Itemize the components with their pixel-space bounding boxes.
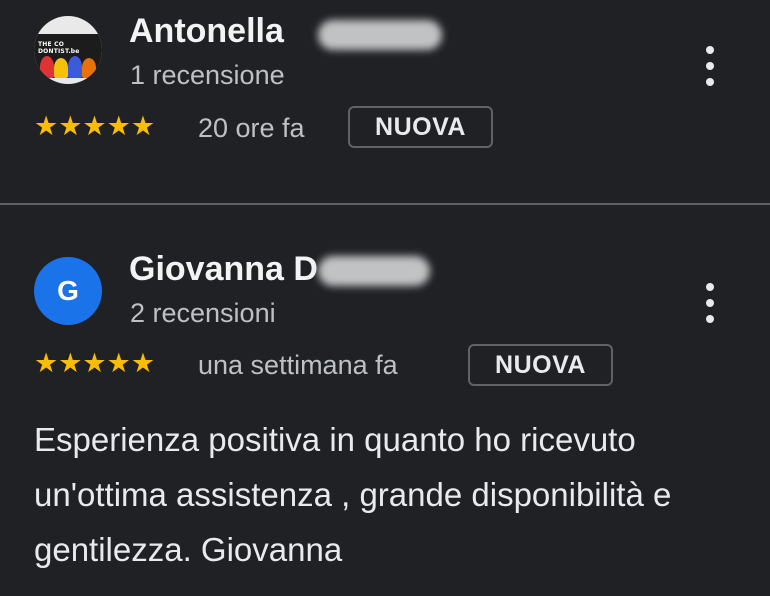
avatar-figure <box>54 58 68 78</box>
avatar-logo-text: THE CO DONTIST.be <box>38 41 80 55</box>
avatar-figure <box>82 58 96 78</box>
review-time: 20 ore fa <box>198 113 305 143</box>
review-text: Esperienza positiva in quanto ho ricevut… <box>34 421 672 568</box>
avatar-figure <box>68 56 82 78</box>
review-count: 2 recensioni <box>130 298 276 328</box>
reviewer-name[interactable]: Antonella <box>129 12 284 51</box>
divider <box>0 203 770 205</box>
redacted-surname <box>318 256 430 286</box>
review-card: THE CO DONTIST.be Antonella 1 recensione… <box>0 0 770 204</box>
review-count: 1 recensione <box>130 60 285 90</box>
reviewer-avatar[interactable]: THE CO DONTIST.be <box>34 16 102 84</box>
reviewer-avatar[interactable]: G <box>34 257 102 325</box>
new-badge: NUOVA <box>468 344 613 386</box>
star-rating: ★★★★★ <box>34 348 156 378</box>
more-vert-icon[interactable] <box>700 46 720 86</box>
redacted-surname <box>318 20 442 50</box>
new-badge: NUOVA <box>348 106 493 148</box>
reviewer-name[interactable]: Giovanna D <box>129 250 318 289</box>
avatar-figure <box>40 56 54 78</box>
review-time: una settimana fa <box>198 350 398 380</box>
star-rating: ★★★★★ <box>34 111 156 141</box>
more-vert-icon[interactable] <box>700 283 720 323</box>
